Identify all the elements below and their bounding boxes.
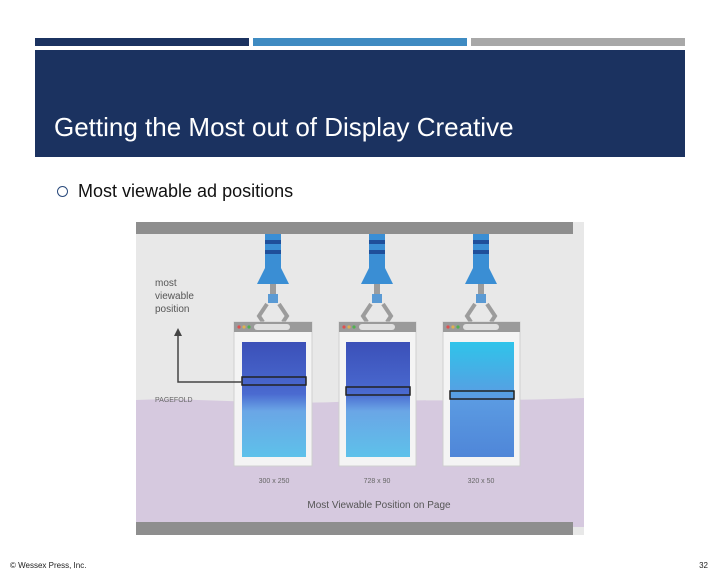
accent-bar-blue [253,38,467,46]
browser-window-middle [338,321,417,467]
viewability-illustration: most viewable position PAGEFOLD 300 x 25… [136,222,584,535]
figure-top-band [136,222,573,234]
title-banner: Getting the Most out of Display Creative [35,50,685,157]
figure-caption: Most Viewable Position on Page [307,500,451,511]
callout-line-2: viewable [155,291,194,302]
slide-title: Getting the Most out of Display Creative [54,112,514,142]
figure-bottom-band [136,522,573,535]
accent-bar-navy [35,38,249,46]
bullet-circle-icon [57,186,68,197]
browser-window-right [442,321,521,467]
bullet-text: Most viewable ad positions [78,181,294,201]
page-number: 32 [699,561,708,570]
browser-window-left [233,321,313,467]
pagefold-label: PAGEFOLD [155,397,193,404]
copyright-footer: © Wessex Press, Inc. [10,561,87,570]
bullet-item: Most viewable ad positions [57,181,293,202]
ad-size-label-3: 320 x 50 [468,478,495,485]
ad-size-label-2: 728 x 90 [364,478,391,485]
ad-size-label-1: 300 x 250 [259,478,290,485]
callout-line-3: position [155,304,189,315]
accent-bar-gray [471,38,685,46]
callout-line-1: most [155,278,177,289]
